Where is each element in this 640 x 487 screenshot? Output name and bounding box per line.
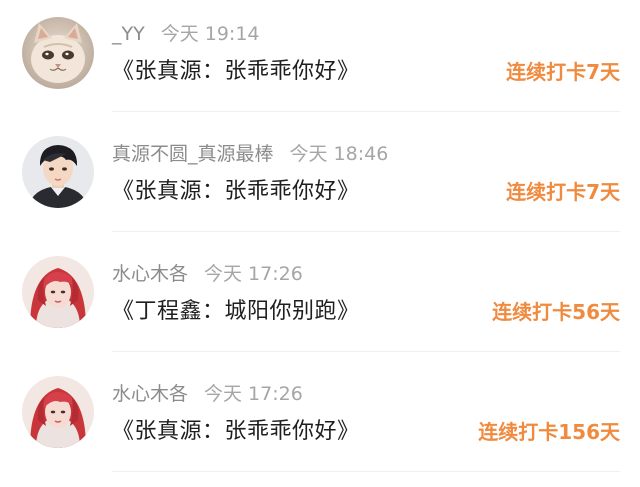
post-time: 今天 17:26 bbox=[204, 263, 303, 285]
post-meta: 水心木各 今天 17:26 bbox=[112, 261, 303, 287]
post-username[interactable]: 水心木各 bbox=[112, 263, 188, 285]
post-username[interactable]: _YY bbox=[112, 23, 145, 45]
post-meta: _YY 今天 19:14 bbox=[112, 21, 260, 47]
post-time: 今天 19:14 bbox=[160, 23, 260, 45]
feed-post[interactable]: 水心木各 今天 17:26 《丁程鑫：城阳你别跑》 连续打卡56天 bbox=[0, 240, 640, 360]
feed-post[interactable]: _YY 今天 19:14 《张真源：张乖乖你好》 连续打卡7天 bbox=[0, 0, 640, 120]
post-content: 《张真源：张乖乖你好》 bbox=[112, 59, 360, 84]
post-divider bbox=[112, 231, 620, 232]
streak-badge: 连续打卡56天 bbox=[492, 300, 620, 324]
streak-badge: 连续打卡156天 bbox=[478, 420, 620, 444]
checkin-feed: _YY 今天 19:14 《张真源：张乖乖你好》 连续打卡7天 真源不圆_真源最棒… bbox=[0, 0, 640, 487]
streak-badge: 连续打卡7天 bbox=[506, 60, 620, 84]
streak-badge: 连续打卡7天 bbox=[506, 180, 620, 204]
red-hair-portrait-avatar-icon[interactable] bbox=[22, 376, 94, 448]
post-time: 今天 17:26 bbox=[204, 383, 303, 405]
post-divider bbox=[112, 471, 620, 472]
feed-post[interactable]: 水心木各 今天 17:26 《张真源：张乖乖你好》 连续打卡156天 bbox=[0, 360, 640, 480]
post-content: 《张真源：张乖乖你好》 bbox=[112, 179, 360, 204]
post-time: 今天 18:46 bbox=[289, 143, 389, 165]
post-content: 《丁程鑫：城阳你别跑》 bbox=[112, 299, 360, 324]
post-username[interactable]: 真源不圆_真源最棒 bbox=[112, 143, 274, 165]
post-content: 《张真源：张乖乖你好》 bbox=[112, 419, 360, 444]
post-meta: 真源不圆_真源最棒 今天 18:46 bbox=[112, 141, 388, 167]
post-username[interactable]: 水心木各 bbox=[112, 383, 188, 405]
red-hair-portrait-avatar-icon[interactable] bbox=[22, 256, 94, 328]
post-meta: 水心木各 今天 17:26 bbox=[112, 381, 303, 407]
post-divider bbox=[112, 111, 620, 112]
feed-post[interactable]: 真源不圆_真源最棒 今天 18:46 《张真源：张乖乖你好》 连续打卡7天 bbox=[0, 120, 640, 240]
boy-portrait-avatar-icon[interactable] bbox=[22, 136, 94, 208]
cat-avatar-icon[interactable] bbox=[22, 17, 94, 89]
post-divider bbox=[112, 351, 620, 352]
